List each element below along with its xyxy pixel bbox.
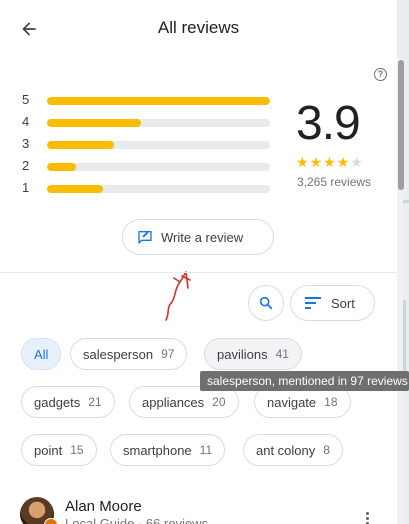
- rating-bar-label: 5: [22, 92, 30, 107]
- chip-label: gadgets: [34, 394, 81, 410]
- reviews-panel: All reviews ? 5 4 3 2 1 3.9 ★★★★★ 3,265 …: [0, 0, 397, 524]
- rating-bar-label: 1: [22, 180, 30, 195]
- annotation-arrow-icon: [165, 271, 191, 321]
- rating-bar-row: 4: [22, 114, 272, 129]
- rating-bar-row: 5: [22, 92, 272, 107]
- star-rating: ★★★★★: [296, 154, 364, 171]
- chip-ant-colony[interactable]: ant colony 8: [243, 434, 343, 466]
- chip-label: All: [34, 346, 49, 362]
- scrollbar-thumb[interactable]: [398, 60, 404, 190]
- chip-label: salesperson: [83, 346, 154, 362]
- section-divider: [0, 272, 397, 273]
- rating-bar-track: [47, 163, 270, 171]
- write-review-label: Write a review: [161, 229, 244, 245]
- help-icon[interactable]: ?: [374, 68, 387, 81]
- chip-label: smartphone: [123, 442, 192, 458]
- reviewer-name[interactable]: Alan Moore: [65, 498, 142, 515]
- rating-bar-row: 3: [22, 136, 272, 151]
- review-count[interactable]: 3,265 reviews: [297, 175, 371, 189]
- chip-count: 15: [70, 443, 84, 457]
- edit-review-icon: [138, 231, 152, 244]
- chip-tooltip: salesperson, mentioned in 97 reviews: [200, 371, 409, 391]
- chip-count: 8: [323, 443, 330, 457]
- local-guide-badge-icon: [44, 518, 58, 524]
- review-item: Alan Moore Local Guide · 66 reviews: [20, 494, 390, 524]
- chip-gadgets[interactable]: gadgets 21: [21, 386, 115, 418]
- rating-bar-fill: [47, 119, 141, 127]
- chip-label: ant colony: [256, 442, 316, 458]
- sort-label: Sort: [331, 295, 355, 311]
- rating-bar-track: [47, 97, 270, 105]
- search-icon: [259, 296, 273, 310]
- star-filled-icon: ★: [323, 154, 337, 170]
- chip-point[interactable]: point 15: [21, 434, 97, 466]
- reviewer-meta: Local Guide · 66 reviews: [65, 516, 209, 524]
- chip-count: 11: [199, 443, 213, 457]
- chip-count: 20: [212, 395, 226, 409]
- sort-icon: [305, 297, 321, 309]
- chip-count: 97: [161, 347, 175, 361]
- chip-label: point: [34, 442, 63, 458]
- rating-bar-fill: [47, 163, 76, 171]
- search-reviews-button[interactable]: [248, 285, 284, 321]
- more-vert-icon[interactable]: [358, 506, 376, 524]
- chip-salesperson[interactable]: salesperson 97: [70, 338, 188, 370]
- rating-bar-row: 1: [22, 180, 272, 195]
- star-empty-icon: ★: [350, 154, 364, 170]
- write-review-button[interactable]: Write a review: [122, 219, 274, 255]
- header: All reviews: [0, 0, 397, 58]
- rating-bar-label: 3: [22, 136, 30, 151]
- rating-bar-fill: [47, 141, 114, 149]
- chip-all[interactable]: All: [21, 338, 62, 370]
- star-filled-icon: ★: [309, 154, 324, 170]
- rating-bar-fill: [47, 97, 270, 105]
- rating-bar-track: [47, 141, 270, 149]
- chip-count: 21: [88, 395, 102, 409]
- chip-pavilions[interactable]: pavilions 41: [204, 338, 302, 370]
- chip-label: navigate: [267, 394, 317, 410]
- rating-bar-label: 4: [22, 114, 30, 129]
- rating-bar-fill: [47, 185, 103, 193]
- chip-count: 41: [275, 347, 289, 361]
- star-filled-icon: ★: [296, 154, 310, 170]
- chip-label: pavilions: [217, 346, 268, 362]
- page-title: All reviews: [157, 18, 240, 37]
- sort-button[interactable]: Sort: [290, 285, 375, 321]
- rating-bar-row: 2: [22, 158, 272, 173]
- rating-bar-track: [47, 119, 270, 127]
- average-rating: 3.9: [296, 97, 361, 150]
- rating-bar-label: 2: [22, 158, 30, 173]
- star-filled-icon: ★: [336, 154, 351, 170]
- chip-label: appliances: [142, 394, 205, 410]
- rating-bar-track: [47, 185, 270, 193]
- chip-count: 18: [324, 395, 338, 409]
- chip-smartphone[interactable]: smartphone 11: [110, 434, 226, 466]
